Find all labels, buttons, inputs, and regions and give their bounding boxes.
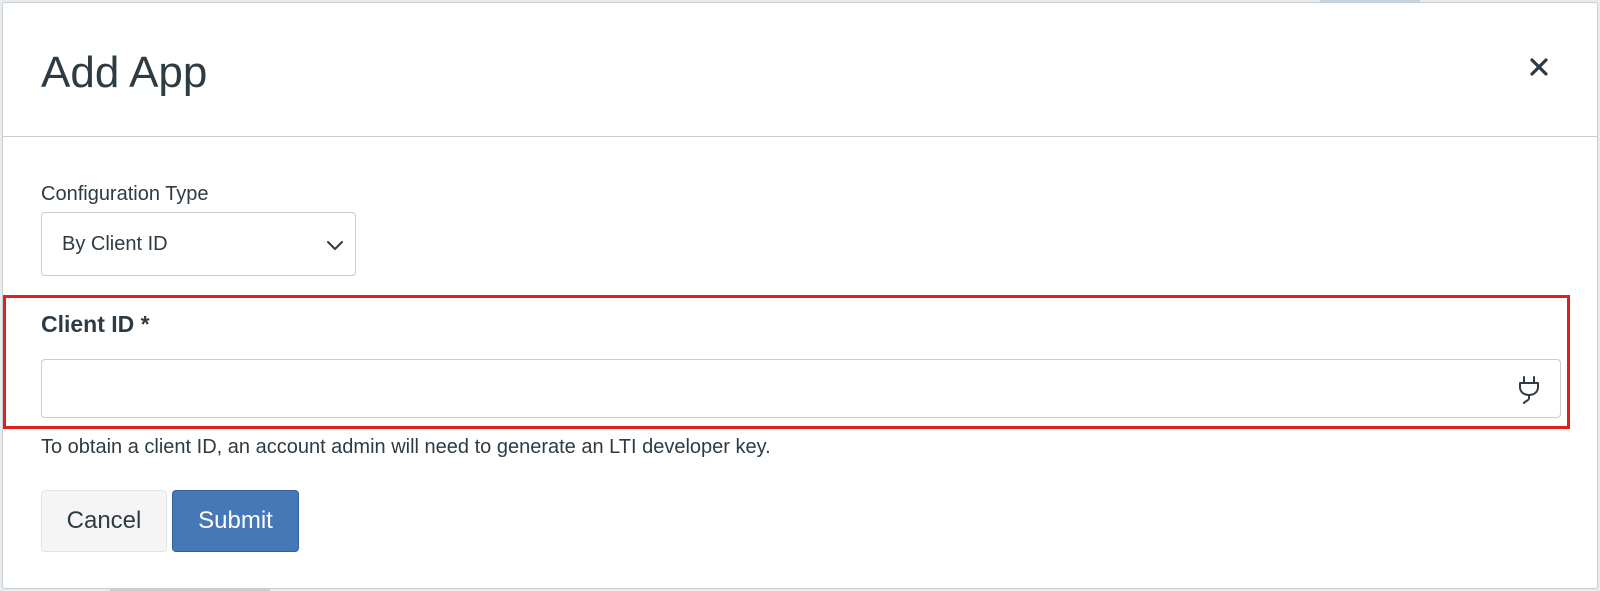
- configuration-type-label: Configuration Type: [41, 183, 209, 205]
- submit-button[interactable]: Submit: [172, 490, 299, 552]
- modal-header: Add App: [3, 3, 1597, 137]
- close-button[interactable]: [1523, 51, 1555, 83]
- client-id-help-text: To obtain a client ID, an account admin …: [41, 436, 771, 458]
- configuration-type-value: By Client ID: [62, 232, 168, 255]
- client-id-label: Client ID *: [41, 311, 150, 337]
- cancel-button[interactable]: Cancel: [41, 490, 167, 552]
- modal-title: Add App: [41, 48, 208, 97]
- chevron-down-icon: [327, 241, 343, 250]
- configuration-type-select[interactable]: By Client ID: [41, 212, 356, 276]
- client-id-input[interactable]: [41, 359, 1561, 418]
- close-icon: [1530, 58, 1548, 76]
- add-app-modal: Add App Configuration Type By Client ID …: [2, 2, 1598, 589]
- plug-icon: [1519, 376, 1539, 404]
